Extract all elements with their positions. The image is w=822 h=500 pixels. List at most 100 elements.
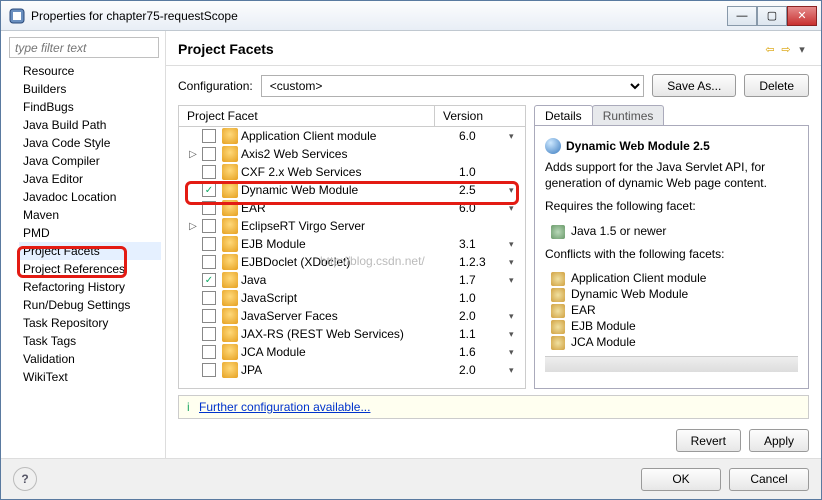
version-dropdown-icon[interactable]: ▾ <box>509 185 525 196</box>
sidebar-item-findbugs[interactable]: FindBugs <box>19 98 161 116</box>
facet-row[interactable]: EJB Module3.1▾ <box>179 235 525 253</box>
conflicts-item: Dynamic Web Module <box>551 286 798 302</box>
version-dropdown-icon[interactable]: ▾ <box>509 257 525 268</box>
facet-icon <box>222 146 238 162</box>
cancel-button[interactable]: Cancel <box>729 468 809 491</box>
facet-table: Project Facet Version Application Client… <box>178 105 526 389</box>
configuration-select[interactable]: <custom> <box>261 75 645 97</box>
facet-row[interactable]: JAX-RS (REST Web Services)1.1▾ <box>179 325 525 343</box>
facet-checkbox[interactable] <box>202 255 216 269</box>
facet-checkbox[interactable] <box>202 129 216 143</box>
facet-label: JavaServer Faces <box>241 309 459 323</box>
version-dropdown-icon[interactable]: ▾ <box>509 329 525 340</box>
facet-checkbox[interactable] <box>202 273 216 287</box>
facet-checkbox[interactable] <box>202 309 216 323</box>
facet-row[interactable]: JPA2.0▾ <box>179 361 525 379</box>
facet-row[interactable]: JavaScript1.0 <box>179 289 525 307</box>
sidebar-item-task-tags[interactable]: Task Tags <box>19 332 161 350</box>
facet-row[interactable]: Dynamic Web Module2.5▾ <box>179 181 525 199</box>
facet-checkbox[interactable] <box>202 201 216 215</box>
facet-table-header: Project Facet Version <box>179 106 525 127</box>
facet-checkbox[interactable] <box>202 183 216 197</box>
version-dropdown-icon[interactable]: ▾ <box>509 203 525 214</box>
facet-checkbox[interactable] <box>202 237 216 251</box>
sidebar-item-java-compiler[interactable]: Java Compiler <box>19 152 161 170</box>
horizontal-scrollbar[interactable] <box>545 356 798 372</box>
facet-row[interactable]: CXF 2.x Web Services1.0 <box>179 163 525 181</box>
sidebar-item-task-repository[interactable]: Task Repository <box>19 314 161 332</box>
facet-checkbox[interactable] <box>202 291 216 305</box>
sidebar-item-project-facets[interactable]: Project Facets <box>19 242 161 260</box>
sidebar-item-java-code-style[interactable]: Java Code Style <box>19 134 161 152</box>
maximize-button[interactable]: ▢ <box>757 6 787 26</box>
dialog-body: ResourceBuildersFindBugsJava Build PathJ… <box>1 31 821 458</box>
facet-row[interactable]: ▷Axis2 Web Services <box>179 145 525 163</box>
facet-checkbox[interactable] <box>202 345 216 359</box>
facet-icon <box>222 344 238 360</box>
bottom-bar: ? OK Cancel <box>1 458 821 499</box>
window-title: Properties for chapter75-requestScope <box>31 9 727 23</box>
sidebar-item-maven[interactable]: Maven <box>19 206 161 224</box>
facet-checkbox[interactable] <box>202 327 216 341</box>
facet-row[interactable]: EAR6.0▾ <box>179 199 525 217</box>
facet-row[interactable]: JCA Module1.6▾ <box>179 343 525 361</box>
col-version[interactable]: Version <box>435 106 525 126</box>
close-button[interactable]: ✕ <box>787 6 817 26</box>
sidebar-item-java-editor[interactable]: Java Editor <box>19 170 161 188</box>
facet-version: 1.1 <box>459 327 509 341</box>
sidebar-item-java-build-path[interactable]: Java Build Path <box>19 116 161 134</box>
sidebar-item-project-references[interactable]: Project References <box>19 260 161 278</box>
delete-button[interactable]: Delete <box>744 74 809 97</box>
sidebar-item-validation[interactable]: Validation <box>19 350 161 368</box>
facet-version: 2.0 <box>459 363 509 377</box>
sidebar-item-resource[interactable]: Resource <box>19 62 161 80</box>
facet-icon <box>222 128 238 144</box>
facet-label: EJB Module <box>241 237 459 251</box>
sidebar-item-wikitext[interactable]: WikiText <box>19 368 161 386</box>
facet-icon <box>222 182 238 198</box>
expand-icon[interactable]: ▷ <box>187 149 199 160</box>
dropdown-arrow-icon[interactable]: ▾ <box>795 42 809 56</box>
facet-checkbox[interactable] <box>202 363 216 377</box>
facet-icon <box>222 290 238 306</box>
apply-button[interactable]: Apply <box>749 429 809 452</box>
facet-label: CXF 2.x Web Services <box>241 165 459 179</box>
conflicts-label: Conflicts with the following facets: <box>545 247 798 263</box>
sidebar-item-refactoring-history[interactable]: Refactoring History <box>19 278 161 296</box>
revert-button[interactable]: Revert <box>676 429 741 452</box>
facet-row[interactable]: ▷EclipseRT Virgo Server <box>179 217 525 235</box>
col-project-facet[interactable]: Project Facet <box>179 106 435 126</box>
version-dropdown-icon[interactable]: ▾ <box>509 311 525 322</box>
sidebar-item-pmd[interactable]: PMD <box>19 224 161 242</box>
facet-row[interactable]: JavaServer Faces2.0▾ <box>179 307 525 325</box>
version-dropdown-icon[interactable]: ▾ <box>509 239 525 250</box>
filter-input[interactable] <box>9 37 159 58</box>
facet-row[interactable]: Java1.7▾ <box>179 271 525 289</box>
sidebar-item-run-debug-settings[interactable]: Run/Debug Settings <box>19 296 161 314</box>
facet-row[interactable]: Application Client module6.0▾ <box>179 127 525 145</box>
expand-icon[interactable]: ▷ <box>187 221 199 232</box>
requires-item: Java 1.5 or newer <box>551 223 798 239</box>
facet-checkbox[interactable] <box>202 147 216 161</box>
facet-version: 6.0 <box>459 129 509 143</box>
facet-row[interactable]: EJBDoclet (XDoclet)1.2.3▾ <box>179 253 525 271</box>
minimize-button[interactable]: — <box>727 6 757 26</box>
tab-runtimes[interactable]: Runtimes <box>592 105 665 125</box>
help-button[interactable]: ? <box>13 467 37 491</box>
forward-arrow-icon[interactable]: ⇨ <box>779 42 793 56</box>
tab-details[interactable]: Details <box>534 105 593 125</box>
further-config-link[interactable]: Further configuration available... <box>199 400 370 414</box>
back-arrow-icon[interactable]: ⇦ <box>763 42 777 56</box>
conflicts-list: Application Client moduleDynamic Web Mod… <box>545 270 798 350</box>
sidebar-item-builders[interactable]: Builders <box>19 80 161 98</box>
sidebar-item-javadoc-location[interactable]: Javadoc Location <box>19 188 161 206</box>
version-dropdown-icon[interactable]: ▾ <box>509 131 525 142</box>
facet-checkbox[interactable] <box>202 165 216 179</box>
content-split: Project Facet Version Application Client… <box>166 105 821 389</box>
version-dropdown-icon[interactable]: ▾ <box>509 347 525 358</box>
facet-checkbox[interactable] <box>202 219 216 233</box>
version-dropdown-icon[interactable]: ▾ <box>509 365 525 376</box>
ok-button[interactable]: OK <box>641 468 721 491</box>
version-dropdown-icon[interactable]: ▾ <box>509 275 525 286</box>
save-as-button[interactable]: Save As... <box>652 74 736 97</box>
